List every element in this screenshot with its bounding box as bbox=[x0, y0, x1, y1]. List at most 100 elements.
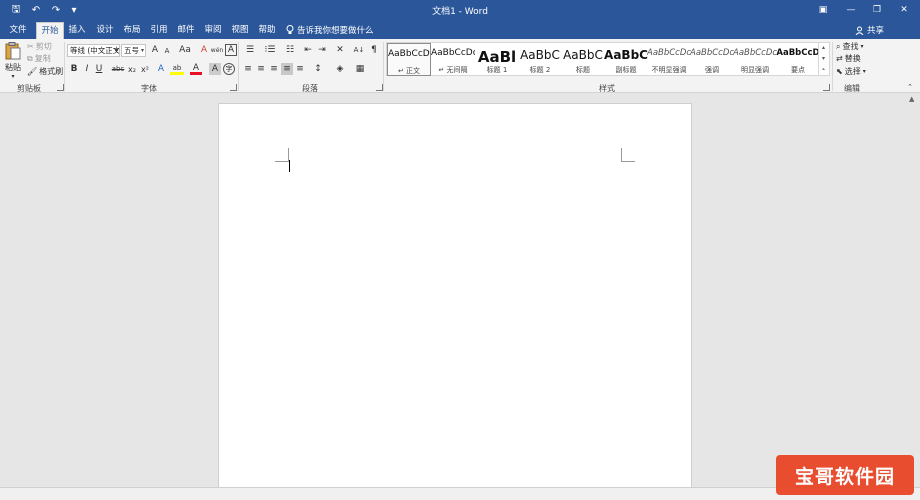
ribbon-display-options-icon[interactable]: ▣ bbox=[812, 2, 834, 18]
cut-button[interactable]: ✂ 剪切 bbox=[27, 41, 52, 52]
align-center-icon[interactable]: ≡ bbox=[255, 63, 267, 75]
underline-icon[interactable]: U bbox=[93, 63, 105, 75]
styles-scroll-down-icon[interactable]: ▾ bbox=[819, 53, 828, 64]
replace-button[interactable]: ⇄ 替换 bbox=[836, 53, 861, 64]
scroll-up-icon[interactable]: ▲ bbox=[909, 95, 914, 103]
replace-label: 替换 bbox=[844, 54, 861, 63]
show-formatting-marks-icon[interactable]: ¶ bbox=[368, 44, 380, 56]
collapse-ribbon-icon[interactable]: ⌃ bbox=[904, 81, 916, 93]
style-name: ↵ 无间隔 bbox=[438, 66, 468, 74]
style-no-spacing[interactable]: AaBbCcDc ↵ 无间隔 bbox=[431, 43, 475, 76]
style-preview: AaBbC bbox=[563, 48, 603, 62]
styles-scroll-up-icon[interactable]: ▴ bbox=[819, 42, 828, 53]
font-launcher-icon[interactable] bbox=[230, 84, 237, 91]
clear-formatting-icon[interactable]: A bbox=[198, 44, 210, 56]
styles-more-icon[interactable]: ⩡ bbox=[819, 64, 828, 75]
scissors-icon: ✂ bbox=[27, 42, 34, 51]
font-name-combo[interactable]: 等线 (中文正文 ▾ bbox=[67, 44, 120, 57]
clipboard-launcher-icon[interactable] bbox=[57, 84, 64, 91]
paragraph-shading-icon[interactable]: ◈ bbox=[332, 63, 348, 75]
tell-me-label: 告诉我你想要做什么 bbox=[297, 26, 374, 36]
tell-me-box[interactable]: 告诉我你想要做什么 bbox=[286, 24, 374, 36]
style-intense-emphasis[interactable]: AaBbCcDc 明显强调 bbox=[733, 43, 777, 76]
tab-review[interactable]: 审阅 bbox=[200, 22, 226, 39]
tab-design[interactable]: 设计 bbox=[92, 22, 118, 39]
style-normal[interactable]: AaBbCcDc ↵ 正文 bbox=[387, 43, 431, 76]
align-left-icon[interactable]: ≡ bbox=[242, 63, 254, 75]
find-button[interactable]: ⌕ 查找 ▾ bbox=[836, 41, 864, 52]
numbering-icon[interactable]: ⁝☰ bbox=[262, 44, 278, 56]
lightbulb-icon bbox=[286, 25, 294, 34]
paste-button[interactable]: 粘贴 ▾ bbox=[3, 41, 23, 81]
bold-icon[interactable]: B bbox=[68, 63, 80, 75]
phonetic-guide-icon[interactable]: wén bbox=[211, 44, 223, 56]
styles-scroll: ▴ ▾ ⩡ bbox=[818, 42, 828, 76]
document-page[interactable] bbox=[218, 103, 692, 493]
share-button[interactable]: 共享 bbox=[855, 24, 884, 36]
tab-view[interactable]: 视图 bbox=[227, 22, 253, 39]
sort-icon[interactable]: A↓ bbox=[352, 44, 366, 56]
multilevel-list-icon[interactable]: ☷ bbox=[282, 44, 298, 56]
format-painter-button[interactable]: 🖌 格式刷 bbox=[27, 66, 63, 77]
font-size-value: 五号 bbox=[124, 46, 139, 55]
font-color-icon[interactable]: A bbox=[190, 63, 202, 75]
find-label: 查找 bbox=[842, 42, 859, 51]
tab-help[interactable]: 帮助 bbox=[254, 22, 280, 39]
style-subtle-emphasis[interactable]: AaBbCcDc 不明显强调 bbox=[647, 43, 691, 76]
borders-icon[interactable]: ▦ bbox=[352, 63, 368, 75]
italic-icon[interactable]: I bbox=[81, 63, 93, 75]
subscript-icon[interactable]: x₂ bbox=[126, 63, 138, 75]
increase-indent-icon[interactable]: ⇥ bbox=[316, 44, 328, 56]
copy-label: 复制 bbox=[34, 54, 51, 63]
enclose-characters-icon[interactable]: 字 bbox=[223, 63, 235, 75]
maximize-button[interactable]: ❐ bbox=[866, 2, 888, 18]
style-subtitle[interactable]: AaBbC 副标题 bbox=[604, 43, 648, 76]
tab-references[interactable]: 引用 bbox=[146, 22, 172, 39]
decrease-indent-icon[interactable]: ⇤ bbox=[302, 44, 314, 56]
font-name-value: 等线 (中文正文 bbox=[70, 46, 120, 55]
align-right-icon[interactable]: ≡ bbox=[268, 63, 280, 75]
style-title[interactable]: AaBbC 标题 bbox=[561, 43, 605, 76]
styles-gallery: AaBbCcDc ↵ 正文 AaBbCcDc ↵ 无间隔 AaBl 标题 1 A… bbox=[386, 42, 830, 76]
style-name: 副标题 bbox=[615, 66, 637, 74]
change-case-icon[interactable]: Aa bbox=[176, 44, 194, 56]
copy-button[interactable]: ⧉ 复制 bbox=[27, 53, 51, 64]
tab-home[interactable]: 开始 bbox=[36, 22, 64, 39]
paragraph-launcher-icon[interactable] bbox=[376, 84, 383, 91]
line-spacing-icon[interactable]: ↕ bbox=[310, 63, 326, 75]
character-border-icon[interactable]: A bbox=[225, 44, 237, 56]
cut-label: 剪切 bbox=[35, 42, 52, 51]
justify-icon[interactable]: ≡ bbox=[281, 63, 293, 75]
paintbrush-icon: 🖌 bbox=[27, 67, 38, 76]
shrink-font-icon[interactable]: A bbox=[161, 45, 173, 57]
person-icon bbox=[855, 26, 864, 35]
chinese-layout-icon[interactable]: ✕ bbox=[332, 44, 348, 56]
bullets-icon[interactable]: ☰ bbox=[242, 44, 258, 56]
grow-font-icon[interactable]: A bbox=[149, 44, 161, 56]
tab-insert[interactable]: 插入 bbox=[64, 22, 90, 39]
vertical-scrollbar[interactable]: ▲ bbox=[906, 93, 920, 487]
strikethrough-icon[interactable]: abc bbox=[111, 63, 125, 75]
paste-dropdown-icon: ▾ bbox=[11, 73, 15, 80]
minimize-button[interactable]: — bbox=[840, 2, 862, 18]
tab-file[interactable]: 文件 bbox=[4, 22, 32, 39]
format-painter-label: 格式刷 bbox=[39, 67, 64, 76]
select-button[interactable]: ⬉ 选择 ▾ bbox=[836, 66, 866, 77]
font-size-combo[interactable]: 五号 ▾ bbox=[121, 44, 146, 57]
group-divider bbox=[832, 42, 833, 91]
highlight-color-icon[interactable]: ab bbox=[170, 63, 184, 75]
style-heading-2[interactable]: AaBbC 标题 2 bbox=[518, 43, 562, 76]
style-strong[interactable]: AaBbCcD 要点 bbox=[776, 43, 820, 76]
style-preview: AaBbCcDc bbox=[690, 48, 734, 58]
style-heading-1[interactable]: AaBl 标题 1 bbox=[475, 43, 519, 76]
distributed-icon[interactable]: ≡ bbox=[294, 63, 306, 75]
character-shading-icon[interactable]: A bbox=[209, 63, 221, 75]
tab-mailings[interactable]: 邮件 bbox=[173, 22, 199, 39]
tab-layout[interactable]: 布局 bbox=[119, 22, 145, 39]
style-emphasis[interactable]: AaBbCcDc 强调 bbox=[690, 43, 734, 76]
text-effects-icon[interactable]: A bbox=[155, 63, 167, 75]
superscript-icon[interactable]: x² bbox=[139, 63, 151, 75]
close-button[interactable]: ✕ bbox=[893, 2, 915, 18]
styles-launcher-icon[interactable] bbox=[823, 84, 830, 91]
chevron-down-icon: ▾ bbox=[860, 43, 864, 50]
